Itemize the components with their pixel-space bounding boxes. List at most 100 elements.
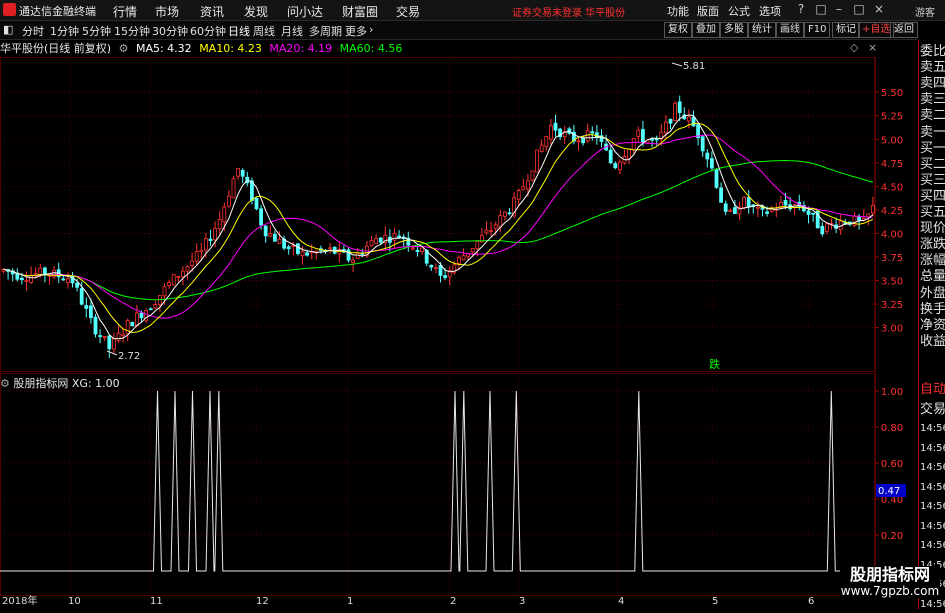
menu-wealth[interactable]: 财富圈 xyxy=(342,3,378,20)
date-label: 5 xyxy=(712,596,719,607)
side-label[interactable]: 卖五 xyxy=(920,60,945,76)
watermark-title: 股朋指标网 xyxy=(849,565,930,584)
ma-line xyxy=(3,134,873,319)
help-icon[interactable]: ? xyxy=(794,2,808,16)
tool-add-watch[interactable]: +自选 xyxy=(858,22,895,38)
side-label[interactable]: 外盘 xyxy=(920,286,945,302)
tool-f10[interactable]: F10 xyxy=(804,22,831,38)
period-30min[interactable]: 30分钟 xyxy=(152,23,188,39)
title-bar: 通达信金融终端 行情 市场 资讯 发现 问小达 财富圈 交易 证券交易未登录 华… xyxy=(0,0,945,21)
sidebar-toggle-icon[interactable]: ◧ xyxy=(3,23,13,36)
lock-icon[interactable]: □ xyxy=(814,2,828,16)
side-label[interactable]: 委比 xyxy=(920,44,945,60)
maximize-icon[interactable]: □ xyxy=(852,2,866,16)
period-1min[interactable]: 1分钟 xyxy=(50,23,79,39)
menu-market[interactable]: 市场 xyxy=(155,3,179,20)
indicator-tick: 0.60 xyxy=(881,459,903,470)
stock-name[interactable]: 华平股份(日线 前复权) xyxy=(0,42,111,55)
side-label[interactable]: 买一 xyxy=(920,141,945,157)
side-label[interactable]: 买三 xyxy=(920,173,945,189)
period-multi[interactable]: 多周期 xyxy=(309,23,342,39)
menu-options[interactable]: 选项 xyxy=(759,3,781,19)
side-label[interactable]: 收益 xyxy=(920,334,945,350)
period-monthly[interactable]: 月线 xyxy=(281,23,303,39)
signal-label: 跌 xyxy=(709,357,720,371)
price-tick: 4.00 xyxy=(881,229,903,240)
ma-line xyxy=(3,114,874,340)
menu-formula[interactable]: 公式 xyxy=(728,3,750,19)
close-icon[interactable]: × xyxy=(872,2,886,16)
date-label: 3 xyxy=(519,596,526,607)
login-notice[interactable]: 证券交易未登录 华平股份 xyxy=(512,4,625,19)
period-60min[interactable]: 60分钟 xyxy=(190,23,226,39)
side-label[interactable]: 卖三 xyxy=(920,92,945,108)
watermark: 股朋指标网 www.7gpzb.com xyxy=(840,566,940,598)
ma-lines xyxy=(3,114,874,340)
date-label: 6 xyxy=(808,596,815,607)
period-more[interactable]: 更多 xyxy=(345,23,367,39)
side-label[interactable]: 14:56 xyxy=(920,421,945,437)
date-label: 11 xyxy=(150,596,163,607)
side-label[interactable]: 自动 xyxy=(920,382,945,398)
side-label[interactable]: 总量 xyxy=(920,269,945,285)
tool-stats[interactable]: 统计 xyxy=(748,22,776,38)
tool-overlay[interactable]: 叠加 xyxy=(692,22,720,38)
ma10-label: MA10: 4.23 xyxy=(199,42,262,55)
tool-back[interactable]: 返回 xyxy=(890,22,918,38)
kline-chart[interactable]: 5.50 5.25 5.00 4.75 4.50 4.25 4.00 3.75 3.50 3.25… xyxy=(0,57,918,372)
minimize-icon[interactable]: – xyxy=(832,2,846,16)
period-15min[interactable]: 15分钟 xyxy=(114,23,150,39)
side-label[interactable]: 买二 xyxy=(920,157,945,173)
low-price-label: 2.72 xyxy=(118,351,140,362)
side-label[interactable]: 14:56 xyxy=(920,597,945,613)
indicator-chart[interactable]: 1.000.800.600.400.20 0.47 xyxy=(0,373,918,596)
date-label: 12 xyxy=(256,596,269,607)
candlestick-series xyxy=(1,95,875,359)
chevron-right-icon[interactable]: › xyxy=(369,23,373,36)
side-label[interactable]: 交易 xyxy=(920,402,945,418)
side-label[interactable]: 买四 xyxy=(920,189,945,205)
tool-mark[interactable]: 标记 xyxy=(832,22,860,38)
menu-news[interactable]: 资讯 xyxy=(200,3,224,20)
guest-label[interactable]: 游客 xyxy=(915,4,935,19)
settings-icon[interactable]: ⚙ xyxy=(119,42,129,55)
period-intraday[interactable]: 分时 xyxy=(22,23,44,39)
period-daily[interactable]: 日线 xyxy=(228,23,250,39)
menu-trade[interactable]: 交易 xyxy=(396,3,420,20)
price-tick: 3.75 xyxy=(881,253,903,264)
menu-function[interactable]: 功能 xyxy=(667,3,689,19)
tool-adjust[interactable]: 复权 xyxy=(664,22,692,38)
side-label[interactable]: 14:56 xyxy=(920,538,945,554)
date-label: 1 xyxy=(347,596,354,607)
signal-spikes xyxy=(0,390,875,572)
menu-quotes[interactable]: 行情 xyxy=(113,3,137,20)
side-label[interactable]: 14:56 xyxy=(920,480,945,496)
side-label[interactable]: 买五 xyxy=(920,205,945,221)
period-5min[interactable]: 5分钟 xyxy=(82,23,111,39)
tool-draw[interactable]: 画线 xyxy=(776,22,804,38)
menu-layout[interactable]: 版面 xyxy=(697,3,719,19)
side-label[interactable]: 14:56 xyxy=(920,441,945,457)
indicator-tick: 1.00 xyxy=(881,387,903,398)
side-label[interactable]: 14:56 xyxy=(920,460,945,476)
indicator-spikes xyxy=(0,390,875,572)
side-label[interactable]: 卖四 xyxy=(920,76,945,92)
ma60-label: MA60: 4.56 xyxy=(339,42,403,55)
tool-multi[interactable]: 多股 xyxy=(720,22,748,38)
side-label[interactable]: 涨幅 xyxy=(920,253,945,269)
side-label[interactable]: 卖二 xyxy=(920,108,945,124)
side-label[interactable]: 卖一 xyxy=(920,125,945,141)
period-weekly[interactable]: 周线 xyxy=(253,23,275,39)
side-label[interactable]: 换手 xyxy=(920,302,945,318)
date-axis: 2018年 10 11 12 1 2 3 4 5 6 xyxy=(0,596,918,609)
menu-discover[interactable]: 发现 xyxy=(244,3,268,20)
menu-ask[interactable]: 问小达 xyxy=(287,3,323,20)
side-label[interactable]: 14:56 xyxy=(920,519,945,535)
side-label[interactable]: 涨跌 xyxy=(920,237,945,253)
side-label[interactable]: 14:56 xyxy=(920,499,945,515)
chart-diamond-icon[interactable]: ◇ xyxy=(850,41,858,54)
side-label[interactable]: 净资 xyxy=(920,318,945,334)
side-label[interactable]: 现价 xyxy=(920,221,945,237)
price-tick: 3.00 xyxy=(881,324,903,335)
chart-close-icon[interactable]: × xyxy=(868,41,877,54)
